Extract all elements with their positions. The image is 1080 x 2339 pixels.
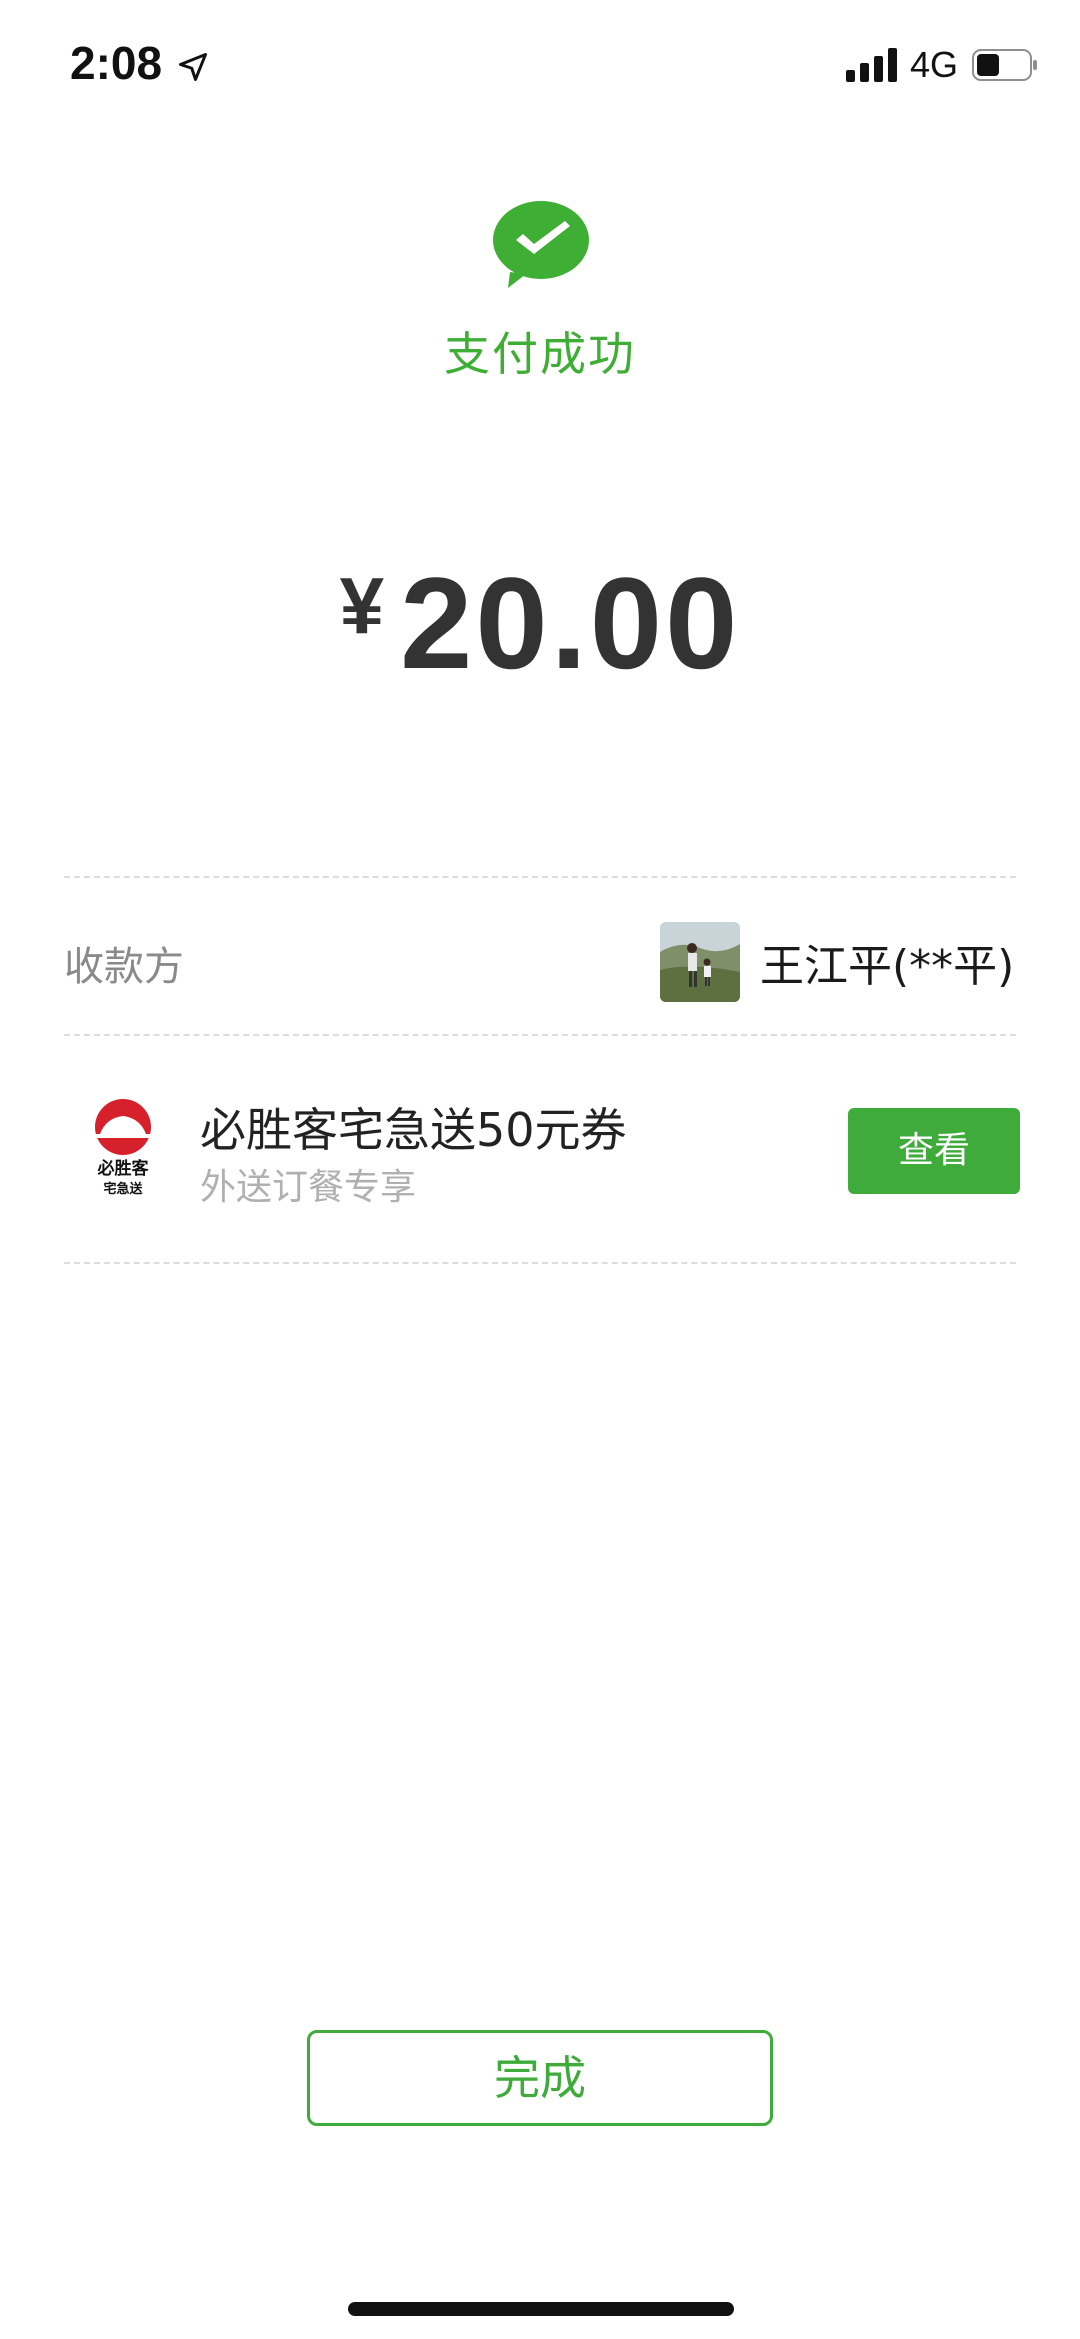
view-coupon-button[interactable]: 查看 <box>848 1108 1020 1194</box>
pizza-hut-delivery-logo: 必胜客 宅急送 <box>94 1099 152 1197</box>
signal-bars-icon <box>846 48 897 82</box>
payee-label: 收款方 <box>64 944 184 990</box>
svg-text:宅急送: 宅急送 <box>103 1181 143 1197</box>
divider-top <box>64 876 1016 878</box>
done-button[interactable]: 完成 <box>307 2030 773 2126</box>
payee-avatar[interactable] <box>660 922 740 1002</box>
coupon-title: 必胜客宅急送50元券 <box>200 1103 627 1157</box>
svg-text:必胜客: 必胜客 <box>97 1158 150 1179</box>
status-bar: 2:08 4G <box>0 0 1080 132</box>
payee-name: 王江平(**平) <box>760 941 1015 992</box>
network-type-label: 4G <box>910 44 959 85</box>
coupon-subtitle: 外送订餐专享 <box>200 1167 417 1208</box>
amount-value: 20.00 <box>400 550 741 696</box>
divider-bottom <box>64 1262 1016 1264</box>
payment-amount: ¥20.00 <box>0 548 1080 698</box>
battery-icon <box>972 49 1037 81</box>
status-time: 2:08 <box>70 37 163 89</box>
divider-middle <box>64 1034 1016 1036</box>
currency-symbol: ¥ <box>339 561 385 650</box>
avatar-photo-icon <box>660 922 740 1002</box>
location-arrow-icon <box>179 53 207 81</box>
wechat-pay-check-icon <box>493 201 589 288</box>
home-indicator[interactable] <box>348 2302 734 2316</box>
payment-success-title: 支付成功 <box>444 327 636 381</box>
